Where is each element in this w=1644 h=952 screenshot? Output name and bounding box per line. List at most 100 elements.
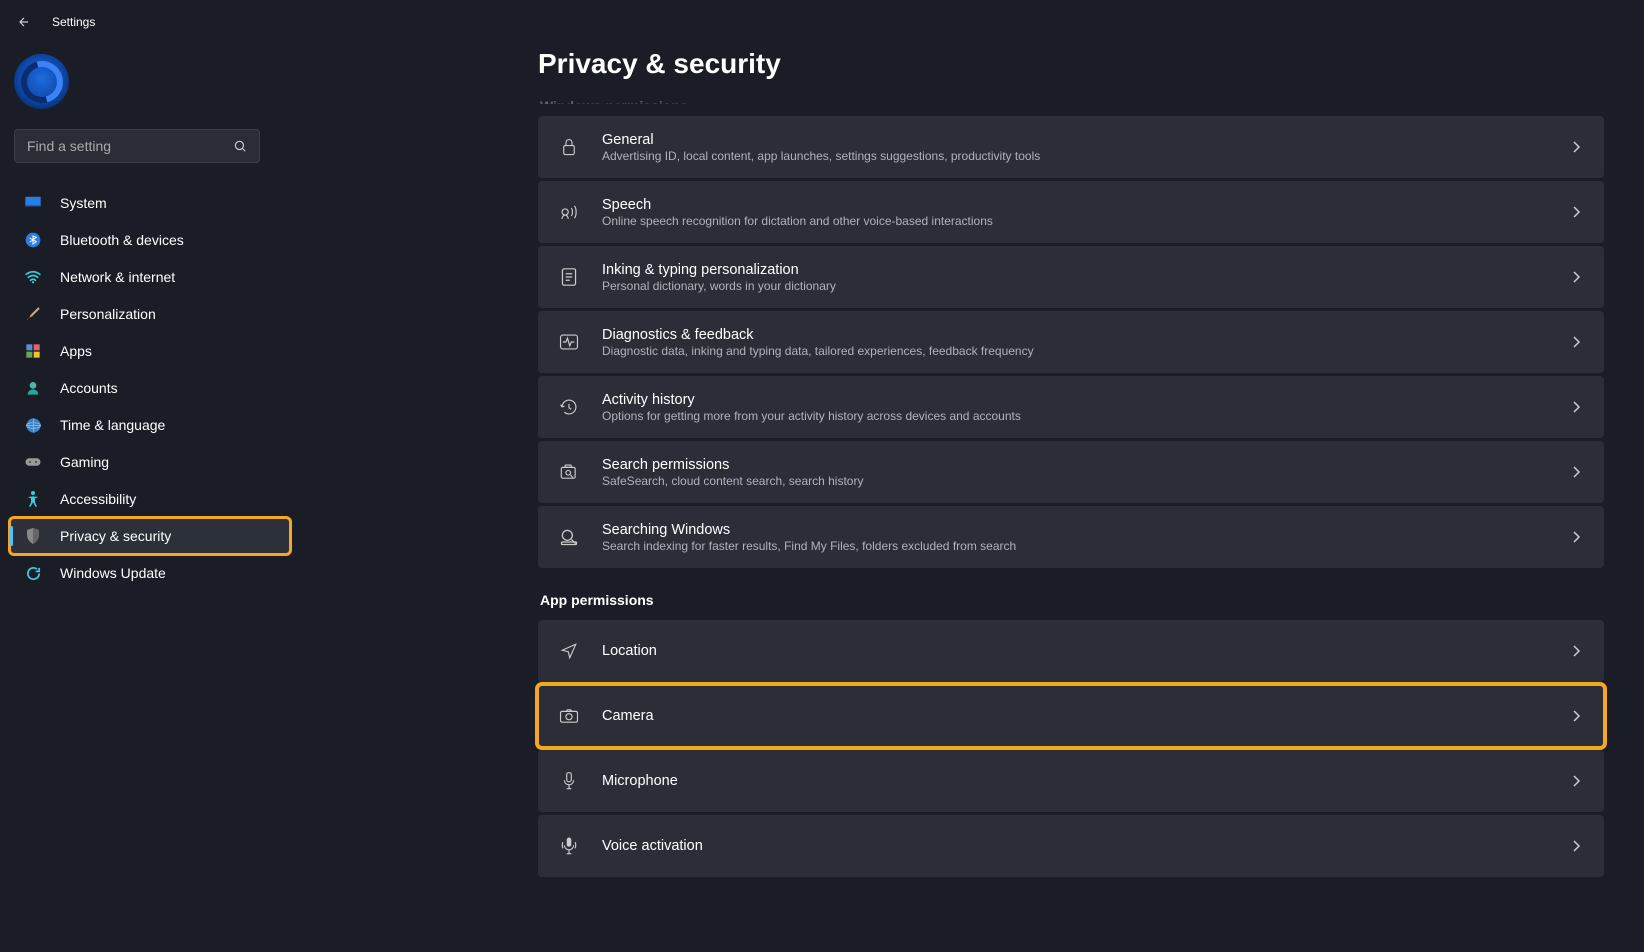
card-body: General Advertising ID, local content, a… bbox=[602, 132, 1546, 163]
chevron-right-icon bbox=[1568, 204, 1584, 220]
main-content: Privacy & security Windows permissions G… bbox=[300, 44, 1644, 952]
card-diagnostics[interactable]: Diagnostics & feedback Diagnostic data, … bbox=[538, 311, 1604, 373]
card-location[interactable]: Location bbox=[538, 620, 1604, 682]
camera-icon bbox=[558, 705, 580, 727]
sidebar-item-privacy-security[interactable]: Privacy & security bbox=[10, 518, 290, 554]
search-windows-icon bbox=[558, 526, 580, 548]
globe-icon bbox=[24, 416, 42, 434]
speech-icon bbox=[558, 201, 580, 223]
card-desc: Diagnostic data, inking and typing data,… bbox=[602, 344, 1546, 358]
voice-icon bbox=[558, 835, 580, 857]
sidebar: System Bluetooth & devices Network & int… bbox=[0, 44, 300, 952]
card-title: Inking & typing personalization bbox=[602, 262, 1546, 278]
sidebar-item-windows-update[interactable]: Windows Update bbox=[10, 555, 290, 591]
windows-permissions-list: General Advertising ID, local content, a… bbox=[538, 116, 1604, 568]
search-box[interactable] bbox=[14, 129, 260, 163]
update-icon bbox=[24, 564, 42, 582]
sidebar-item-label: Gaming bbox=[60, 454, 109, 470]
wifi-icon bbox=[24, 268, 42, 286]
microphone-icon bbox=[558, 770, 580, 792]
sidebar-item-label: System bbox=[60, 195, 107, 211]
card-speech[interactable]: Speech Online speech recognition for dic… bbox=[538, 181, 1604, 243]
chevron-right-icon bbox=[1568, 464, 1584, 480]
sidebar-item-label: Bluetooth & devices bbox=[60, 232, 184, 248]
search-input[interactable] bbox=[27, 138, 233, 154]
card-voice-activation[interactable]: Voice activation bbox=[538, 815, 1604, 877]
chevron-right-icon bbox=[1568, 529, 1584, 545]
sidebar-item-apps[interactable]: Apps bbox=[10, 333, 290, 369]
gamepad-icon bbox=[24, 453, 42, 471]
card-body: Voice activation bbox=[602, 838, 1546, 854]
card-body: Inking & typing personalization Personal… bbox=[602, 262, 1546, 293]
sidebar-item-label: Time & language bbox=[60, 417, 165, 433]
card-title: Microphone bbox=[602, 773, 1546, 789]
person-icon bbox=[24, 379, 42, 397]
card-body: Searching Windows Search indexing for fa… bbox=[602, 522, 1546, 553]
shield-icon bbox=[24, 527, 42, 545]
card-desc: Online speech recognition for dictation … bbox=[602, 214, 1546, 228]
avatar[interactable] bbox=[14, 54, 69, 109]
card-search-permissions[interactable]: Search permissions SafeSearch, cloud con… bbox=[538, 441, 1604, 503]
sidebar-item-label: Privacy & security bbox=[60, 528, 171, 544]
diagnostics-icon bbox=[558, 331, 580, 353]
sidebar-item-system[interactable]: System bbox=[10, 185, 290, 221]
card-desc: Options for getting more from your activ… bbox=[602, 409, 1546, 423]
card-body: Location bbox=[602, 643, 1546, 659]
app-permissions-list: Location Camera Microphone bbox=[538, 620, 1604, 877]
card-general[interactable]: General Advertising ID, local content, a… bbox=[538, 116, 1604, 178]
chevron-right-icon bbox=[1568, 643, 1584, 659]
chevron-right-icon bbox=[1568, 708, 1584, 724]
accessibility-icon bbox=[24, 490, 42, 508]
card-body: Camera bbox=[602, 708, 1546, 724]
header-title: Settings bbox=[52, 15, 95, 29]
apps-icon bbox=[24, 342, 42, 360]
header-bar: Settings bbox=[0, 0, 1644, 44]
sidebar-item-time-language[interactable]: Time & language bbox=[10, 407, 290, 443]
sidebar-item-label: Personalization bbox=[60, 306, 156, 322]
brush-icon bbox=[24, 305, 42, 323]
location-icon bbox=[558, 640, 580, 662]
sidebar-item-label: Apps bbox=[60, 343, 92, 359]
card-desc: Personal dictionary, words in your dicti… bbox=[602, 279, 1546, 293]
sidebar-item-gaming[interactable]: Gaming bbox=[10, 444, 290, 480]
sidebar-item-network[interactable]: Network & internet bbox=[10, 259, 290, 295]
sidebar-item-accounts[interactable]: Accounts bbox=[10, 370, 290, 406]
card-body: Activity history Options for getting mor… bbox=[602, 392, 1546, 423]
lock-icon bbox=[558, 136, 580, 158]
card-desc: Advertising ID, local content, app launc… bbox=[602, 149, 1546, 163]
card-microphone[interactable]: Microphone bbox=[538, 750, 1604, 812]
sidebar-item-label: Network & internet bbox=[60, 269, 175, 285]
nav-list: System Bluetooth & devices Network & int… bbox=[10, 185, 290, 591]
sidebar-item-label: Accounts bbox=[60, 380, 118, 396]
card-body: Diagnostics & feedback Diagnostic data, … bbox=[602, 327, 1546, 358]
sidebar-item-accessibility[interactable]: Accessibility bbox=[10, 481, 290, 517]
card-title: Camera bbox=[602, 708, 1546, 724]
card-title: Location bbox=[602, 643, 1546, 659]
card-title: General bbox=[602, 132, 1546, 148]
card-body: Microphone bbox=[602, 773, 1546, 789]
sidebar-item-personalization[interactable]: Personalization bbox=[10, 296, 290, 332]
card-searching-windows[interactable]: Searching Windows Search indexing for fa… bbox=[538, 506, 1604, 568]
card-activity-history[interactable]: Activity history Options for getting mor… bbox=[538, 376, 1604, 438]
search-perms-icon bbox=[558, 461, 580, 483]
card-title: Searching Windows bbox=[602, 522, 1546, 538]
chevron-right-icon bbox=[1568, 269, 1584, 285]
page-title: Privacy & security bbox=[538, 48, 1604, 80]
chevron-right-icon bbox=[1568, 773, 1584, 789]
bluetooth-icon bbox=[24, 231, 42, 249]
chevron-right-icon bbox=[1568, 334, 1584, 350]
card-inking[interactable]: Inking & typing personalization Personal… bbox=[538, 246, 1604, 308]
card-camera[interactable]: Camera bbox=[538, 685, 1604, 747]
activity-icon bbox=[558, 396, 580, 418]
chevron-right-icon bbox=[1568, 399, 1584, 415]
card-body: Speech Online speech recognition for dic… bbox=[602, 197, 1546, 228]
card-title: Activity history bbox=[602, 392, 1546, 408]
monitor-icon bbox=[24, 194, 42, 212]
card-title: Diagnostics & feedback bbox=[602, 327, 1546, 343]
card-desc: SafeSearch, cloud content search, search… bbox=[602, 474, 1546, 488]
sidebar-item-bluetooth[interactable]: Bluetooth & devices bbox=[10, 222, 290, 258]
section-heading-app-permissions: App permissions bbox=[540, 592, 1604, 608]
chevron-right-icon bbox=[1568, 838, 1584, 854]
back-button[interactable] bbox=[16, 14, 32, 30]
sidebar-item-label: Accessibility bbox=[60, 491, 136, 507]
